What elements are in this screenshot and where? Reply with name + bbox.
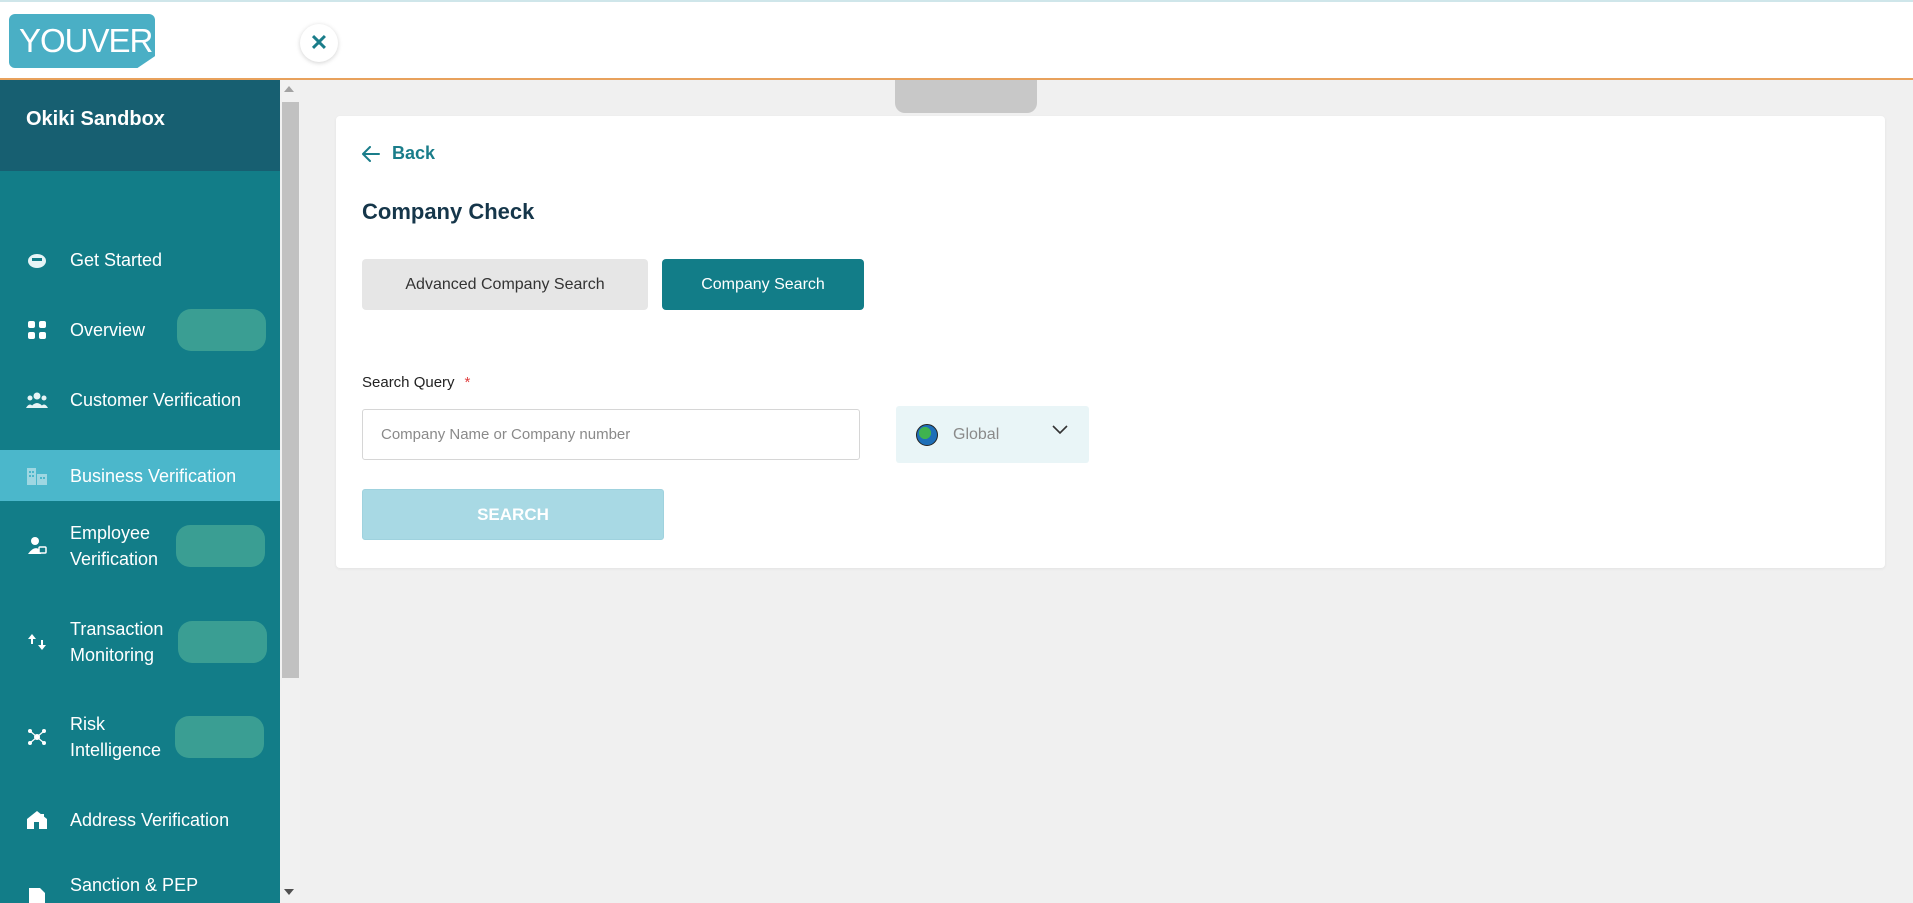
- sidebar-item-business-verification[interactable]: Business Verification: [0, 450, 280, 501]
- tab-advanced-company-search[interactable]: Advanced Company Search: [362, 259, 648, 310]
- status-pill: [178, 621, 267, 663]
- search-input[interactable]: [362, 409, 860, 460]
- document-icon: [26, 886, 48, 903]
- grid-icon: [26, 319, 48, 341]
- back-link[interactable]: Back: [362, 143, 435, 164]
- sidebar-item-employee-verification[interactable]: Employee Verification: [0, 518, 280, 574]
- sidebar-item-label: Business Verification: [70, 465, 237, 486]
- sidebar-item-label: Employee Verification: [70, 523, 159, 569]
- required-mark: *: [464, 374, 471, 391]
- sidebar-item-address-verification[interactable]: Address Verification: [0, 800, 280, 840]
- sidebar-item-customer-verification[interactable]: Customer Verification: [0, 380, 280, 420]
- sidebar: Okiki Sandbox Get Started Overview Custo…: [0, 80, 280, 903]
- sidebar-item-label: Get Started: [70, 250, 163, 270]
- youverify-logo[interactable]: YOUVERIFY: [9, 14, 155, 68]
- organization-name: Okiki Sandbox: [0, 80, 280, 171]
- risk-icon: [26, 726, 48, 748]
- scroll-down-arrow-icon[interactable]: [284, 889, 294, 895]
- drag-handle[interactable]: [895, 80, 1037, 113]
- arrow-left-icon: [362, 145, 380, 162]
- status-pill: [176, 525, 265, 567]
- employee-icon: [26, 535, 48, 557]
- chevron-down-icon: [1052, 425, 1068, 435]
- company-check-card: Back Company Check Advanced Company Sear…: [336, 116, 1885, 568]
- globe-icon: [916, 423, 938, 446]
- sidebar-item-transaction-monitoring[interactable]: Transaction Monitoring: [0, 614, 280, 670]
- sidebar-item-sanction-pep[interactable]: Sanction & PEP: [0, 870, 280, 903]
- search-query-label-text: Search Query: [362, 374, 455, 391]
- sidebar-item-risk-intelligence[interactable]: Risk Intelligence: [0, 709, 280, 765]
- transaction-icon: [26, 631, 48, 653]
- house-icon: [26, 809, 48, 831]
- building-icon: [26, 465, 48, 487]
- sidebar-item-label: Transaction Monitoring: [70, 619, 164, 665]
- sidebar-item-label: Risk Intelligence: [70, 714, 162, 760]
- tab-company-search[interactable]: Company Search: [662, 259, 864, 310]
- country-select[interactable]: Global: [896, 406, 1089, 463]
- sidebar-item-label: Customer Verification: [70, 390, 242, 410]
- sidebar-item-label: Sanction & PEP: [70, 875, 199, 895]
- top-bar: YOUVERIFY ✕: [0, 0, 1913, 80]
- sidebar-item-overview[interactable]: Overview: [0, 309, 280, 351]
- sidebar-scrollbar-thumb[interactable]: [282, 102, 299, 678]
- search-query-label: Search Query *: [362, 374, 470, 391]
- country-value: Global: [953, 425, 1000, 443]
- close-sidebar-button[interactable]: ✕: [300, 24, 338, 62]
- page-title: Company Check: [362, 199, 535, 224]
- back-label: Back: [392, 143, 436, 163]
- search-button[interactable]: SEARCH: [362, 489, 664, 540]
- sidebar-item-label: Address Verification: [70, 810, 230, 830]
- sidebar-item-get-started[interactable]: Get Started: [0, 240, 280, 280]
- close-icon: ✕: [309, 30, 329, 55]
- rocket-icon: [26, 249, 48, 271]
- sidebar-item-label: Overview: [70, 320, 146, 340]
- status-pill: [175, 716, 264, 758]
- scroll-up-arrow-icon[interactable]: [284, 86, 294, 92]
- users-icon: [26, 389, 48, 411]
- status-pill: [177, 309, 266, 351]
